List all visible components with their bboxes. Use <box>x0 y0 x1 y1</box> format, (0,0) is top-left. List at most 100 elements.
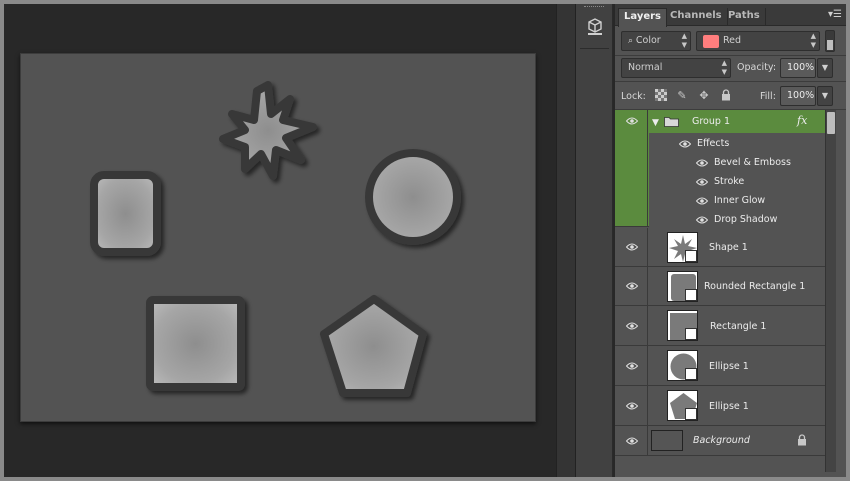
effect-stroke[interactable]: Stroke <box>714 176 744 188</box>
layer-group-1[interactable]: ▼ Group 1 fx Effects Bevel & Emboss Stro… <box>615 110 825 227</box>
effect-drop-shadow[interactable]: Drop Shadow <box>714 214 777 226</box>
fill-input[interactable]: 100% <box>780 86 816 106</box>
lock-row: Lock: ✎ ✥ Fill: 100% ▼ <box>615 82 846 110</box>
lock-transparent-pixels-icon[interactable] <box>654 89 668 103</box>
layer-name[interactable]: Group 1 <box>692 116 730 128</box>
blend-mode-select[interactable]: Normal ▲ ▼ <box>621 58 731 78</box>
filter-kind-select[interactable]: ⌕ Color ▲ ▼ <box>621 31 691 51</box>
eye-icon[interactable] <box>626 117 638 125</box>
canvas-artwork <box>90 81 461 397</box>
layer-name[interactable]: Ellipse 1 <box>709 361 749 373</box>
eye-icon[interactable] <box>679 140 691 148</box>
eye-icon[interactable] <box>626 282 638 290</box>
layer-thumbnail-pentagon <box>667 390 698 421</box>
fill-label: Fill: <box>760 91 776 102</box>
layer-thumbnail-background <box>651 430 683 451</box>
cube-icon[interactable] <box>582 16 608 42</box>
visibility-cell <box>615 267 648 305</box>
lock-icon <box>797 434 807 449</box>
layer-name[interactable]: Rectangle 1 <box>710 321 766 333</box>
stepper-arrows-icon: ▲ ▼ <box>721 59 727 76</box>
star-shape[interactable] <box>219 81 317 180</box>
rounded-rectangle-shape[interactable] <box>90 171 161 256</box>
visibility-cell <box>615 110 648 226</box>
layer-name[interactable]: Rounded Rectangle 1 <box>704 281 805 293</box>
layer-name[interactable]: Ellipse 1 <box>709 401 749 413</box>
layer-rounded-rectangle-1[interactable]: Rounded Rectangle 1 <box>615 267 825 306</box>
eye-icon[interactable] <box>626 362 638 370</box>
filter-toggle[interactable] <box>825 30 835 52</box>
opacity-dropdown-button[interactable]: ▼ <box>817 58 833 78</box>
layer-ellipse-1-pentagon[interactable]: Ellipse 1 <box>615 386 825 426</box>
layer-thumbnail-star <box>667 232 698 263</box>
folder-icon <box>664 116 679 127</box>
blend-row: Normal ▲ ▼ Opacity: 100% ▼ <box>615 56 846 82</box>
layer-rectangle-1[interactable]: Rectangle 1 <box>615 306 825 346</box>
tab-layers[interactable]: Layers <box>618 8 667 27</box>
visibility-cell <box>615 306 648 345</box>
filter-color-value: Red <box>723 35 742 46</box>
fx-icon[interactable]: fx <box>797 115 807 127</box>
effect-inner-glow[interactable]: Inner Glow <box>714 195 765 207</box>
layer-shape-1[interactable]: Shape 1 <box>615 228 825 267</box>
lock-all-icon[interactable] <box>719 89 733 103</box>
eye-icon[interactable] <box>626 322 638 330</box>
layer-list: ▼ Group 1 fx Effects Bevel & Emboss Stro… <box>615 110 825 472</box>
layer-name[interactable]: Shape 1 <box>709 242 748 254</box>
collapsed-panel-dock <box>576 4 613 477</box>
tab-paths[interactable]: Paths <box>723 8 766 26</box>
eye-icon[interactable] <box>626 402 638 410</box>
search-icon: ⌕ <box>628 36 636 46</box>
panel-menu-icon[interactable]: ▾☰ <box>828 9 842 21</box>
opacity-input[interactable]: 100% <box>780 58 816 78</box>
rectangle-shape[interactable] <box>146 296 245 391</box>
vector-mask-icon <box>685 250 697 262</box>
ellipse-shape[interactable] <box>365 149 461 245</box>
eye-icon[interactable] <box>696 159 708 167</box>
effects-label[interactable]: Effects <box>697 138 729 150</box>
layers-panel: Layers Channels Paths ▾☰ ⌕ Color ▲ ▼ Red … <box>615 4 846 477</box>
eye-icon[interactable] <box>696 178 708 186</box>
dock-separator <box>580 48 609 49</box>
effects-list: Effects Bevel & Emboss Stroke Inner Glow… <box>649 133 825 227</box>
document-workspace <box>4 4 556 477</box>
fill-dropdown-button[interactable]: ▼ <box>817 86 833 106</box>
stepper-arrows-icon: ▲ ▼ <box>810 32 816 49</box>
layer-list-scrollbar[interactable] <box>825 110 836 472</box>
filter-kind-value: Color <box>635 35 661 46</box>
visibility-cell <box>615 386 648 425</box>
document-canvas[interactable] <box>20 53 536 422</box>
layer-ellipse-1[interactable]: Ellipse 1 <box>615 346 825 386</box>
color-swatch <box>703 35 719 48</box>
visibility-cell <box>615 228 648 266</box>
layer-thumbnail-rectangle <box>667 310 698 341</box>
stepper-arrows-icon: ▲ ▼ <box>681 32 687 49</box>
vector-mask-icon <box>685 289 697 301</box>
eye-icon[interactable] <box>626 243 638 251</box>
vector-mask-icon <box>685 328 697 340</box>
dock-grip[interactable] <box>584 6 604 9</box>
filter-color-select[interactable]: Red ▲ ▼ <box>696 31 820 51</box>
layer-name[interactable]: Background <box>693 435 750 447</box>
layer-background[interactable]: Background <box>615 426 825 456</box>
visibility-cell <box>615 346 648 385</box>
tab-channels[interactable]: Channels <box>665 8 728 26</box>
scrollbar-thumb[interactable] <box>827 112 835 134</box>
opacity-label: Opacity: <box>737 62 777 73</box>
filter-row: ⌕ Color ▲ ▼ Red ▲ ▼ <box>615 26 846 56</box>
eye-icon[interactable] <box>696 216 708 224</box>
lock-image-pixels-icon[interactable]: ✎ <box>675 89 689 103</box>
blend-mode-value: Normal <box>628 62 663 73</box>
eye-icon[interactable] <box>696 197 708 205</box>
panel-tabs: Layers Channels Paths ▾☰ <box>615 4 846 27</box>
lock-label: Lock: <box>621 91 646 102</box>
disclosure-triangle-icon[interactable]: ▼ <box>652 117 659 129</box>
lock-position-icon[interactable]: ✥ <box>697 89 711 103</box>
layer-thumbnail-rounded-rectangle <box>667 271 698 302</box>
visibility-cell <box>615 426 648 455</box>
eye-icon[interactable] <box>626 437 638 445</box>
pentagon-shape[interactable] <box>320 295 427 397</box>
effect-bevel-emboss[interactable]: Bevel & Emboss <box>714 157 791 169</box>
vector-mask-icon <box>685 408 697 420</box>
panel-divider <box>556 4 576 477</box>
